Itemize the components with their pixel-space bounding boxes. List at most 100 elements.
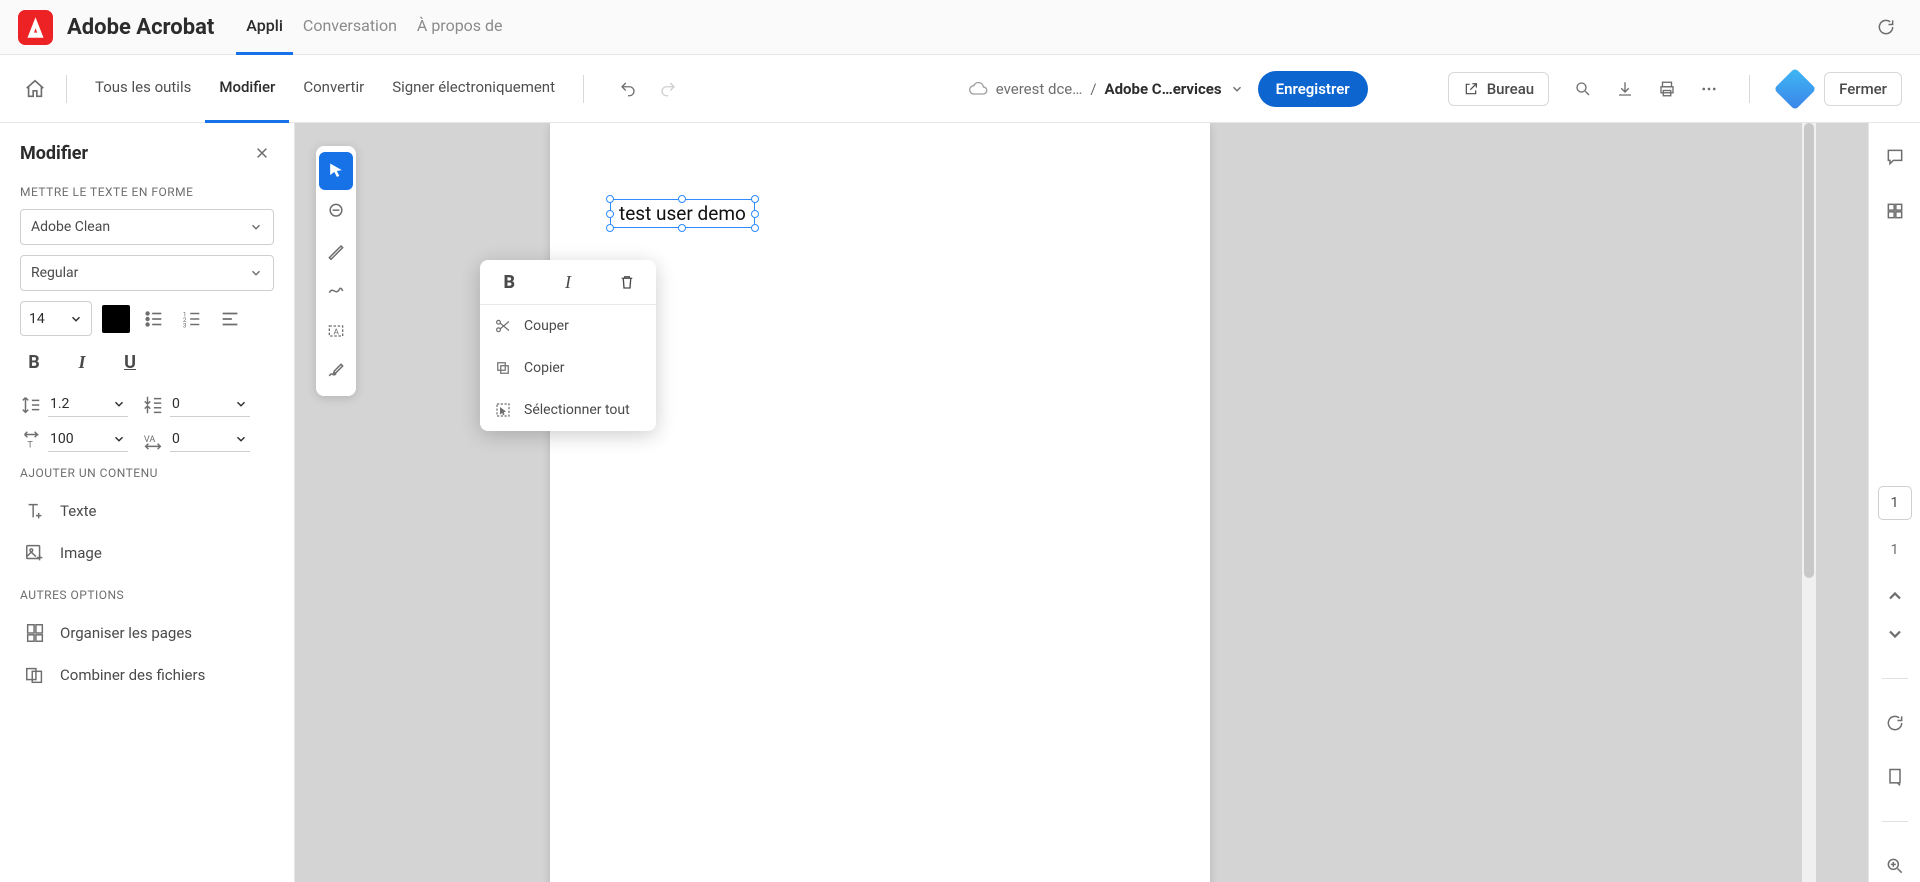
organize-pages-icon xyxy=(24,622,46,644)
italic-button[interactable]: I xyxy=(68,348,96,376)
bold-button[interactable]: B xyxy=(20,348,48,376)
user-avatar[interactable] xyxy=(1774,67,1816,109)
close-button[interactable]: Fermer xyxy=(1824,72,1902,106)
context-menu: B I Couper Copier Sélectionner tout xyxy=(480,260,656,431)
secondary-tabs: Tous les outils Modifier Convertir Signe… xyxy=(81,55,569,123)
resize-handle[interactable] xyxy=(751,195,759,203)
save-button[interactable]: Enregistrer xyxy=(1258,71,1368,107)
panel-title: Modifier xyxy=(20,143,88,164)
selected-text: test user demo xyxy=(619,202,746,225)
zoom-in-icon[interactable] xyxy=(1879,850,1911,882)
page-down-icon[interactable] xyxy=(1879,618,1911,650)
breadcrumb-file[interactable]: Adobe C…ervices xyxy=(1105,80,1222,98)
svg-text:VA: VA xyxy=(144,434,155,444)
text-color-swatch[interactable] xyxy=(102,305,130,333)
signature-tool-icon[interactable] xyxy=(319,352,353,390)
comment-tool-icon[interactable] xyxy=(319,192,353,230)
app-title-bar: Adobe Acrobat Appli Conversation À propo… xyxy=(0,0,1920,55)
paragraph-spacing-value: 0 xyxy=(172,396,180,412)
resize-handle[interactable] xyxy=(606,195,614,203)
open-in-desktop-button[interactable]: Bureau xyxy=(1448,72,1549,106)
resize-handle[interactable] xyxy=(751,210,759,218)
tab-convert[interactable]: Convertir xyxy=(289,55,378,123)
text-selection-box[interactable]: test user demo xyxy=(610,199,755,228)
top-tab-app[interactable]: Appli xyxy=(236,0,293,55)
cloud-icon xyxy=(968,79,988,99)
rotate-view-icon[interactable] xyxy=(1879,707,1911,739)
scissors-icon xyxy=(494,317,512,335)
resize-handle[interactable] xyxy=(606,224,614,232)
highlight-tool-icon[interactable] xyxy=(319,232,353,270)
paragraph-spacing-select[interactable]: 0 xyxy=(170,392,250,417)
chevron-down-icon xyxy=(112,432,126,446)
tab-sign[interactable]: Signer électroniquement xyxy=(378,55,569,123)
numbered-list-icon[interactable]: 123 xyxy=(178,305,206,333)
section-other: AUTRES OPTIONS xyxy=(20,588,274,602)
line-height-select[interactable]: 1.2 xyxy=(48,392,128,417)
redo-icon[interactable] xyxy=(652,73,684,105)
current-page-input[interactable]: 1 xyxy=(1878,486,1912,520)
add-text-icon xyxy=(24,500,46,522)
app-name: Adobe Acrobat xyxy=(67,15,214,40)
breadcrumb-root[interactable]: everest dce… xyxy=(996,80,1083,98)
context-bold-button[interactable]: B xyxy=(480,260,539,304)
refresh-icon[interactable] xyxy=(1870,11,1902,43)
select-tool-icon[interactable] xyxy=(319,152,353,190)
draw-tool-icon[interactable] xyxy=(319,272,353,310)
download-icon[interactable] xyxy=(1609,73,1641,105)
page-display-icon[interactable] xyxy=(1879,761,1911,793)
paragraph-spacing-icon xyxy=(142,394,164,416)
context-select-all[interactable]: Sélectionner tout xyxy=(480,389,656,431)
search-icon[interactable] xyxy=(1567,73,1599,105)
horizontal-scale-select[interactable]: 100 xyxy=(48,427,128,452)
context-copy[interactable]: Copier xyxy=(480,347,656,389)
line-height-control: 1.2 xyxy=(20,392,128,417)
tab-edit[interactable]: Modifier xyxy=(205,55,289,123)
align-icon[interactable] xyxy=(216,305,244,333)
document-canvas[interactable]: test user demo xyxy=(295,123,1868,882)
page-up-icon[interactable] xyxy=(1879,580,1911,612)
font-style-select[interactable]: Regular xyxy=(20,255,274,291)
chevron-down-icon[interactable] xyxy=(1230,82,1244,96)
horizontal-scale-value: 100 xyxy=(50,431,74,447)
underline-button[interactable]: U xyxy=(116,348,144,376)
context-copy-label: Copier xyxy=(524,360,565,376)
organize-pages-label: Organiser les pages xyxy=(60,624,192,642)
add-text-button[interactable]: Texte xyxy=(20,490,274,532)
font-size-value: 14 xyxy=(29,311,45,327)
resize-handle[interactable] xyxy=(678,224,686,232)
more-icon[interactable] xyxy=(1693,73,1725,105)
font-size-select[interactable]: 14 xyxy=(20,301,92,336)
bulleted-list-icon[interactable] xyxy=(140,305,168,333)
line-height-icon xyxy=(20,394,42,416)
resize-handle[interactable] xyxy=(606,210,614,218)
font-style-value: Regular xyxy=(31,265,78,281)
text-box-tool-icon[interactable]: A xyxy=(319,312,353,350)
combine-files-button[interactable]: Combiner des fichiers xyxy=(20,654,274,696)
combine-files-label: Combiner des fichiers xyxy=(60,666,205,684)
tab-all-tools[interactable]: Tous les outils xyxy=(81,55,205,123)
scrollbar-thumb[interactable] xyxy=(1804,123,1814,578)
add-image-button[interactable]: Image xyxy=(20,532,274,574)
organize-pages-button[interactable]: Organiser les pages xyxy=(20,612,274,654)
comments-icon[interactable] xyxy=(1879,141,1911,173)
top-tab-conversation[interactable]: Conversation xyxy=(293,0,407,55)
vertical-scrollbar[interactable] xyxy=(1802,123,1816,882)
open-in-desktop-label: Bureau xyxy=(1487,80,1534,98)
panels-icon[interactable] xyxy=(1879,195,1911,227)
home-icon[interactable] xyxy=(18,72,52,106)
top-tab-about[interactable]: À propos de xyxy=(407,0,513,55)
undo-icon[interactable] xyxy=(612,73,644,105)
tracking-select[interactable]: 0 xyxy=(170,427,250,452)
font-family-select[interactable]: Adobe Clean xyxy=(20,209,274,245)
context-delete-icon[interactable] xyxy=(597,260,656,304)
context-cut[interactable]: Couper xyxy=(480,305,656,347)
resize-handle[interactable] xyxy=(751,224,759,232)
chevron-down-icon xyxy=(234,432,248,446)
pdf-page[interactable]: test user demo xyxy=(550,123,1210,882)
right-rail: 1 1 xyxy=(1868,123,1920,882)
close-icon[interactable] xyxy=(250,141,274,165)
context-italic-button[interactable]: I xyxy=(539,260,598,304)
print-icon[interactable] xyxy=(1651,73,1683,105)
section-add-content: AJOUTER UN CONTENU xyxy=(20,466,274,480)
